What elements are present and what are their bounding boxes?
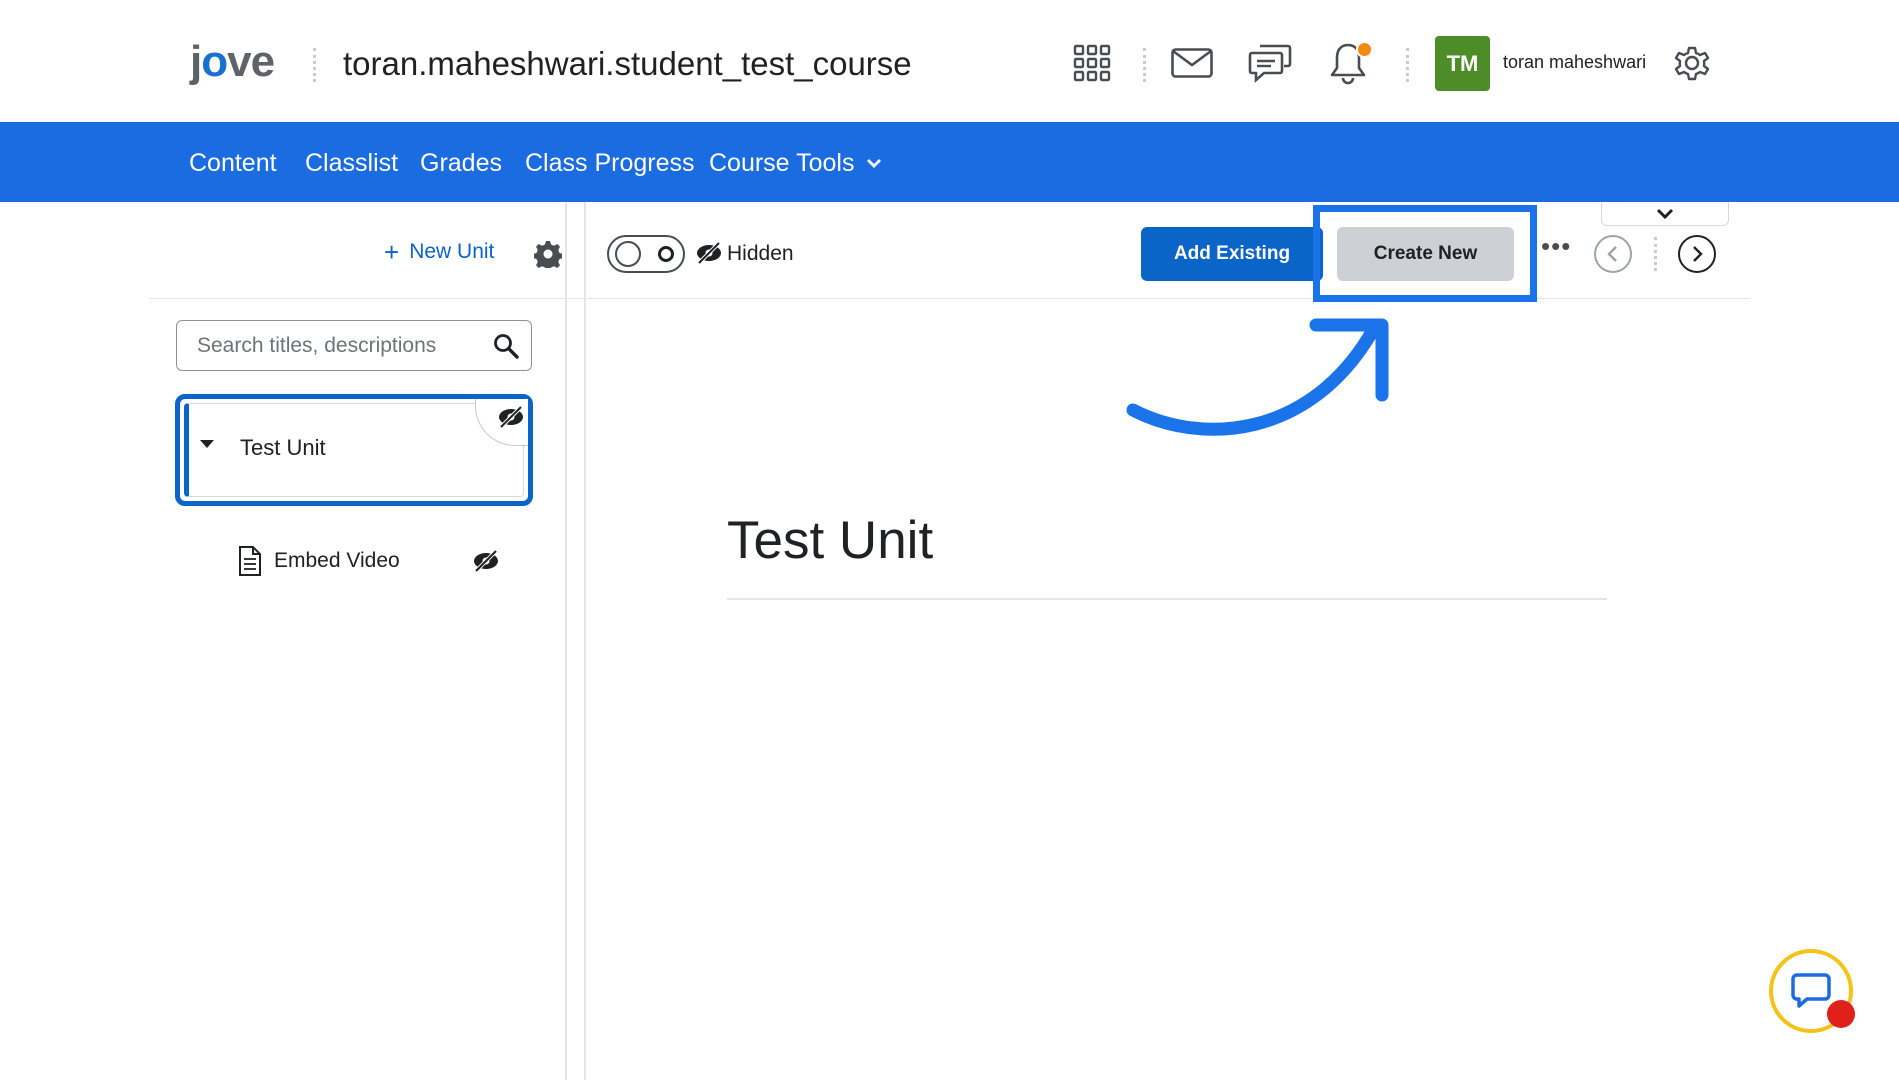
- course-navbar: [0, 122, 1899, 202]
- document-icon: [239, 546, 261, 576]
- chat-notification-badge: [1827, 1000, 1855, 1028]
- toggle-knob: [615, 241, 641, 267]
- nav-item-grades[interactable]: Grades: [420, 147, 502, 179]
- visibility-toggle[interactable]: [607, 235, 685, 273]
- chat-bubble-icon: [1791, 973, 1831, 1008]
- chevron-right-icon: [1693, 246, 1703, 262]
- annotation-arrow-icon: [1126, 318, 1389, 436]
- gear-icon[interactable]: [1667, 38, 1717, 88]
- chevron-left-icon: [1607, 246, 1617, 262]
- unit-card-test-unit[interactable]: [175, 394, 533, 506]
- nav-item-classlist[interactable]: Classlist: [305, 147, 398, 179]
- new-unit-button[interactable]: + New Unit: [384, 237, 495, 267]
- page-title: Test Unit: [727, 511, 934, 570]
- search-icon[interactable]: [493, 333, 519, 359]
- more-options-button[interactable]: •••: [1541, 233, 1570, 266]
- avatar[interactable]: TM: [1435, 36, 1490, 91]
- collapse-toggle[interactable]: [1601, 202, 1729, 226]
- plus-icon: +: [384, 237, 400, 267]
- new-unit-label: New Unit: [409, 240, 495, 263]
- pager-separator: [1654, 237, 1660, 271]
- content-divider: [584, 202, 586, 1080]
- search-box: [176, 320, 532, 371]
- sidebar-divider: [565, 202, 567, 1080]
- unit-title: Test Unit: [240, 435, 326, 460]
- header-separator: [313, 48, 319, 82]
- mail-icon[interactable]: [1167, 38, 1217, 88]
- previous-button[interactable]: [1594, 235, 1632, 273]
- header-separator: [1143, 48, 1149, 82]
- caret-down-icon[interactable]: [200, 440, 214, 448]
- jove-logo[interactable]: jove: [190, 34, 275, 90]
- settings-gear-icon[interactable]: [533, 240, 563, 271]
- nav-item-course-tools-label: Course Tools: [709, 149, 855, 177]
- nav-item-class-progress[interactable]: Class Progress: [525, 147, 695, 179]
- course-title[interactable]: toran.maheshwari.student_test_course: [343, 42, 912, 86]
- avatar-initials: TM: [1446, 50, 1479, 76]
- unit-card-inner: [184, 403, 524, 497]
- chat-icon[interactable]: [1245, 38, 1295, 88]
- hidden-eye-icon: [474, 549, 498, 573]
- visibility-label: Hidden: [727, 242, 794, 265]
- hidden-eye-icon: [499, 405, 523, 429]
- add-existing-button[interactable]: Add Existing: [1141, 227, 1323, 281]
- nav-item-course-tools[interactable]: Course Tools: [709, 147, 882, 179]
- next-button[interactable]: [1678, 235, 1716, 273]
- title-divider: [727, 598, 1607, 600]
- notification-badge: [1356, 41, 1373, 58]
- search-input[interactable]: [195, 333, 489, 359]
- chevron-down-icon: [867, 159, 882, 168]
- username[interactable]: toran maheshwari: [1503, 52, 1646, 73]
- logo-text: jove: [190, 37, 275, 86]
- create-new-button[interactable]: Create New: [1337, 227, 1514, 281]
- toggle-off-indicator: [658, 246, 674, 262]
- apps-grid-icon[interactable]: [1067, 38, 1117, 88]
- list-item-label: Embed Video: [274, 549, 400, 572]
- chevron-down-icon: [1656, 208, 1674, 219]
- nav-item-content[interactable]: Content: [189, 147, 277, 179]
- hidden-eye-icon: [697, 241, 721, 265]
- header-separator: [1406, 48, 1412, 82]
